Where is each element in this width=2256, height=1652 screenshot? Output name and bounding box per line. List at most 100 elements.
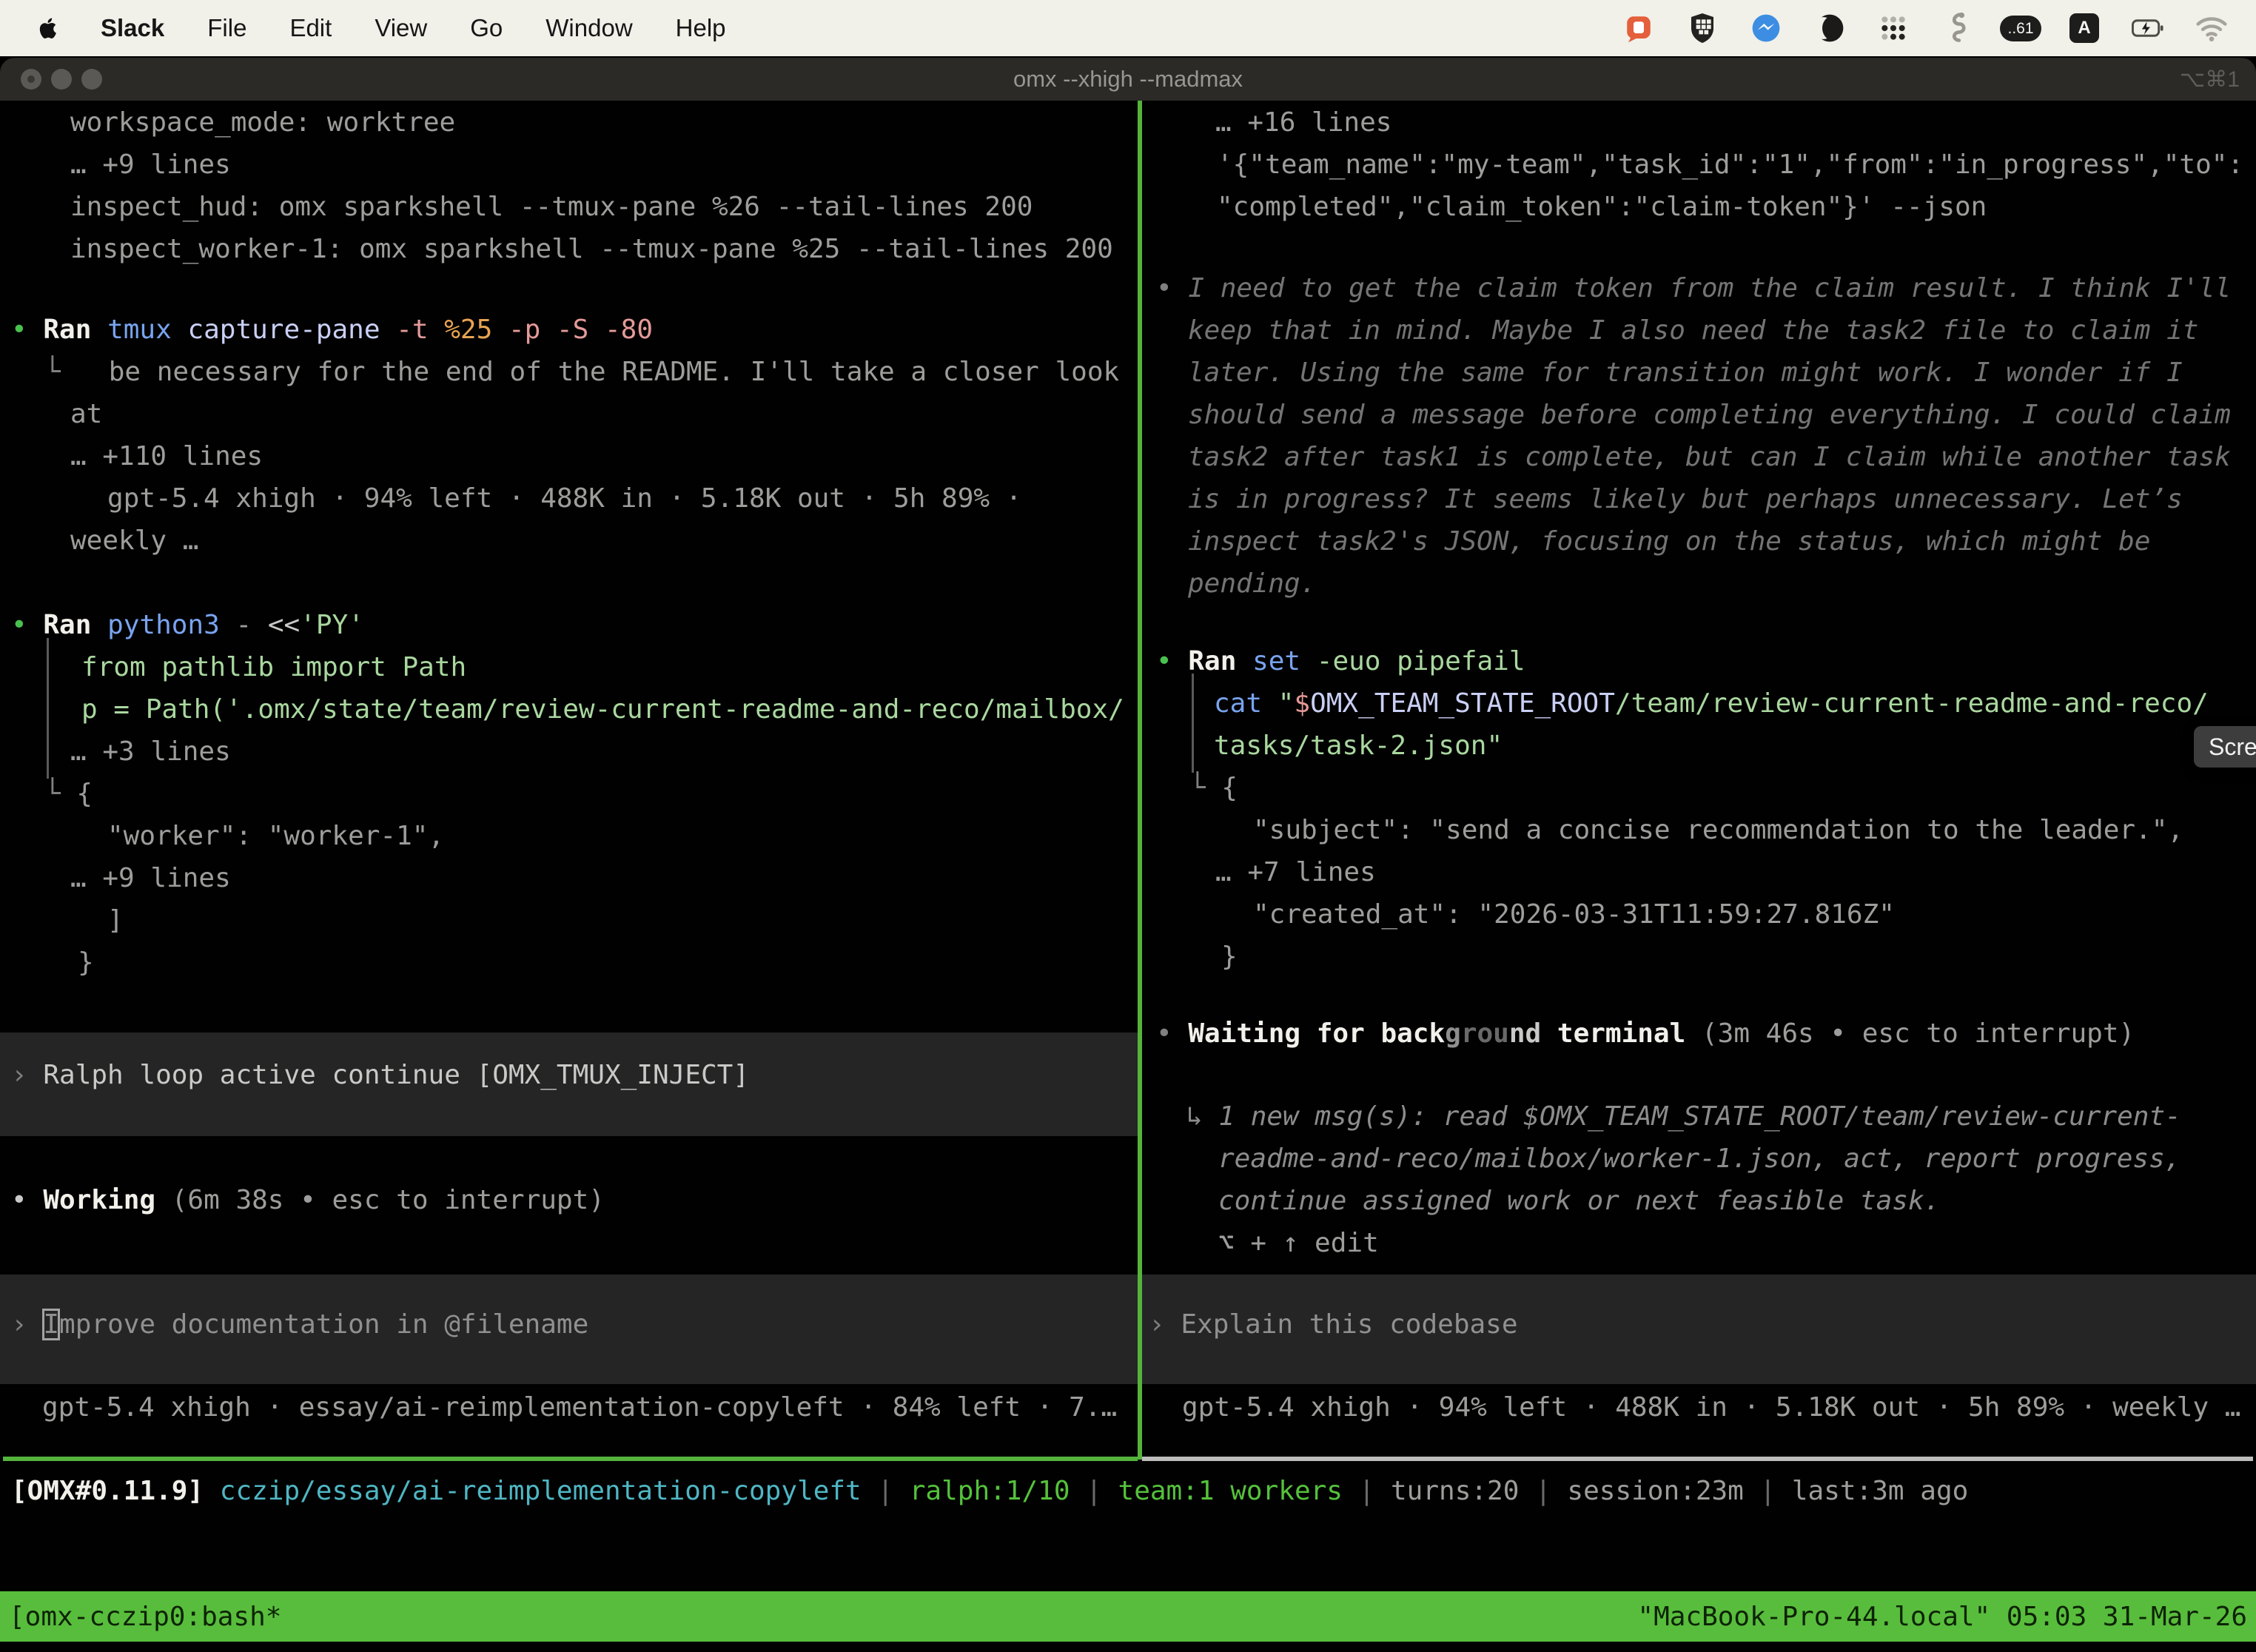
- text-segment: gpt-5.4 xhigh · essay/ai-reimplementatio…: [42, 1392, 1117, 1423]
- model-status-left: gpt-5.4 xhigh · essay/ai-reimplementatio…: [42, 1386, 1117, 1428]
- prompt-chevron-icon: ›: [1149, 1309, 1181, 1340]
- crescent-app-icon[interactable]: [1813, 12, 1846, 44]
- text-segment: "created_at": "2026-03-31T11:59:27.816Z": [1253, 899, 1895, 930]
- text-segment: cat: [1214, 688, 1278, 719]
- bullet-icon: •: [1156, 273, 1188, 303]
- text-segment: tasks/task-2.json": [1214, 731, 1503, 761]
- chat-app-icon[interactable]: [1622, 12, 1655, 44]
- text-segment: ": [1278, 688, 1295, 719]
- text-segment: %25: [444, 315, 508, 345]
- text-segment: … +3 lines: [70, 736, 231, 767]
- screen: { "menu_bar": { "items": ["Slack", "File…: [0, 0, 2256, 1652]
- pane-divider[interactable]: [1138, 101, 1142, 1460]
- dragon-icon[interactable]: [1941, 12, 1973, 44]
- prompt-chevron-icon: ›: [11, 1060, 43, 1090]
- battery-icon[interactable]: [2132, 12, 2164, 44]
- text-segment: -: [235, 610, 267, 640]
- text-segment: inspect task2's JSON, focusing on the st…: [1188, 526, 2150, 557]
- text-segment: {: [76, 779, 93, 809]
- prompt-input-left[interactable]: › Improve documentation in @filename: [11, 1303, 588, 1346]
- terminal-line: … +16 lines: [1215, 101, 1391, 144]
- terminal-line: └ be necessary for the end of the README…: [44, 351, 1119, 393]
- messenger-bolt-icon[interactable]: [1750, 12, 1782, 44]
- bullet-icon: •: [1156, 1018, 1188, 1049]
- left-pane-border: [3, 1457, 1138, 1461]
- right-pane-border: [1142, 1457, 2253, 1461]
- text-segment: task2 after task1 is complete, but can I…: [1188, 442, 2231, 472]
- terminal-line: at: [70, 393, 102, 435]
- menu-item-slack[interactable]: Slack: [101, 14, 164, 42]
- text-segment: … +110 lines: [70, 441, 263, 471]
- menu-item-file[interactable]: File: [207, 14, 246, 42]
- thinking-line: • I need to get the claim token from the…: [1156, 267, 2231, 309]
- text-segment: "worker": "worker-1",: [107, 821, 444, 851]
- text-segment: capture-pane: [187, 315, 396, 345]
- badge-61-label: ..61: [2000, 16, 2041, 41]
- text-segment: (6m 38s • esc to interrupt): [172, 1185, 605, 1215]
- wifi-icon[interactable]: [2195, 12, 2228, 44]
- text-segment: {: [1221, 773, 1238, 803]
- text-segment: readme-and-reco/mailbox/worker-1.json, a…: [1218, 1144, 2181, 1174]
- terminal-line: weekly …: [70, 520, 198, 562]
- reply-arrow-icon: ↳: [1186, 1101, 1218, 1132]
- text-segment: team:1 workers: [1118, 1476, 1343, 1506]
- text-segment: ⌥ + ↑ edit: [1218, 1228, 1379, 1258]
- menu-item-view[interactable]: View: [375, 14, 427, 42]
- keyboard-input-icon[interactable]: A: [2068, 12, 2101, 44]
- text-segment: workspace_mode: worktree: [70, 107, 455, 138]
- text-segment: }: [1221, 941, 1238, 972]
- menu-item-help[interactable]: Help: [676, 14, 726, 42]
- terminal-line: … +110 lines: [70, 435, 263, 477]
- terminal-line: pending.: [1188, 563, 1316, 605]
- text-segment: turns:20: [1391, 1476, 1519, 1506]
- prompt-input-right[interactable]: › Explain this codebase: [1149, 1303, 1518, 1346]
- text-segment: Waiting for back: [1188, 1018, 1445, 1049]
- terminal-line: … +9 lines: [70, 144, 231, 186]
- tmux-status-bar: [omx-cczip0:bash* "MacBook-Pro-44.local"…: [0, 1591, 2256, 1642]
- terminal-line: continue assigned work or next feasible …: [1218, 1180, 1940, 1222]
- menu-bar-status-icons: ..61 A: [1622, 12, 2228, 44]
- text-segment: '{"team_name":"my-team","task_id":"1","f…: [1217, 150, 2243, 180]
- text-segment: from pathlib import Path: [81, 652, 466, 682]
- text-segment: nd: [1509, 1018, 1541, 1049]
- ran-cat-command-line: • Ran set -euo pipefail: [1156, 640, 1525, 682]
- waiting-status-line: • Waiting for background terminal (3m 46…: [1156, 1013, 2135, 1055]
- text-segment: |: [1070, 1476, 1118, 1506]
- text-segment: ralph:1/10: [910, 1476, 1070, 1506]
- shield-grid-icon[interactable]: [1686, 12, 1719, 44]
- text-segment: Ran: [43, 610, 107, 640]
- text-segment: mprove documentation in @filename: [59, 1309, 588, 1340]
- terminal-line: cat "$OMX_TEAM_STATE_ROOT/team/review-cu…: [1214, 682, 2209, 725]
- text-segment: continue assigned work or next feasible …: [1218, 1186, 1940, 1216]
- tmux-host-clock-label: "MacBook-Pro-44.local" 05:03 31-Mar-26: [1637, 1602, 2247, 1632]
- text-segment: OMX_TEAM_STATE_ROOT: [1310, 688, 1615, 719]
- text-segment: -S: [557, 315, 605, 345]
- terminal-lines: workspace_mode: worktree … +9 lines inspec…: [0, 0, 2256, 1652]
- terminal-line: later. Using the same for transition mig…: [1188, 352, 2183, 394]
- dots-grid-icon[interactable]: [1877, 12, 1910, 44]
- menu-bar: Slack File Edit View Go Window Help ..61…: [0, 0, 2256, 56]
- menu-item-window[interactable]: Window: [545, 14, 632, 42]
- badge-61-icon[interactable]: ..61: [2004, 12, 2037, 44]
- menu-item-go[interactable]: Go: [470, 14, 503, 42]
- text-segment: "subject": "send a concise recommendatio…: [1253, 815, 2183, 845]
- apple-menu-icon[interactable]: [36, 13, 61, 43]
- text-segment: terminal: [1541, 1018, 1702, 1049]
- terminal-line: └ {: [44, 773, 93, 815]
- screen-tooltip: Scre: [2194, 726, 2256, 768]
- text-segment: gpt-5.4 xhigh · 94% left · 488K in · 5.1…: [107, 483, 1021, 514]
- terminal-line: workspace_mode: worktree: [70, 101, 455, 144]
- terminal-line: inspect task2's JSON, focusing on the st…: [1188, 520, 2150, 563]
- text-segment: gpt-5.4 xhigh · 94% left · 488K in · 5.1…: [1182, 1392, 2240, 1423]
- input-source-label: A: [2069, 13, 2099, 43]
- model-status-right: gpt-5.4 xhigh · 94% left · 488K in · 5.1…: [1182, 1386, 2240, 1428]
- screen-tooltip-label: Scre: [2209, 733, 2256, 760]
- text-cursor: I: [43, 1309, 59, 1340]
- text-segment: session:23m: [1567, 1476, 1743, 1506]
- terminal-line: … +3 lines: [70, 731, 231, 773]
- text-segment: Ran: [1188, 646, 1252, 676]
- text-segment: 'PY': [300, 610, 364, 640]
- text-segment: … +9 lines: [70, 150, 231, 180]
- menu-item-edit[interactable]: Edit: [289, 14, 332, 42]
- connector-icon: └: [44, 357, 61, 387]
